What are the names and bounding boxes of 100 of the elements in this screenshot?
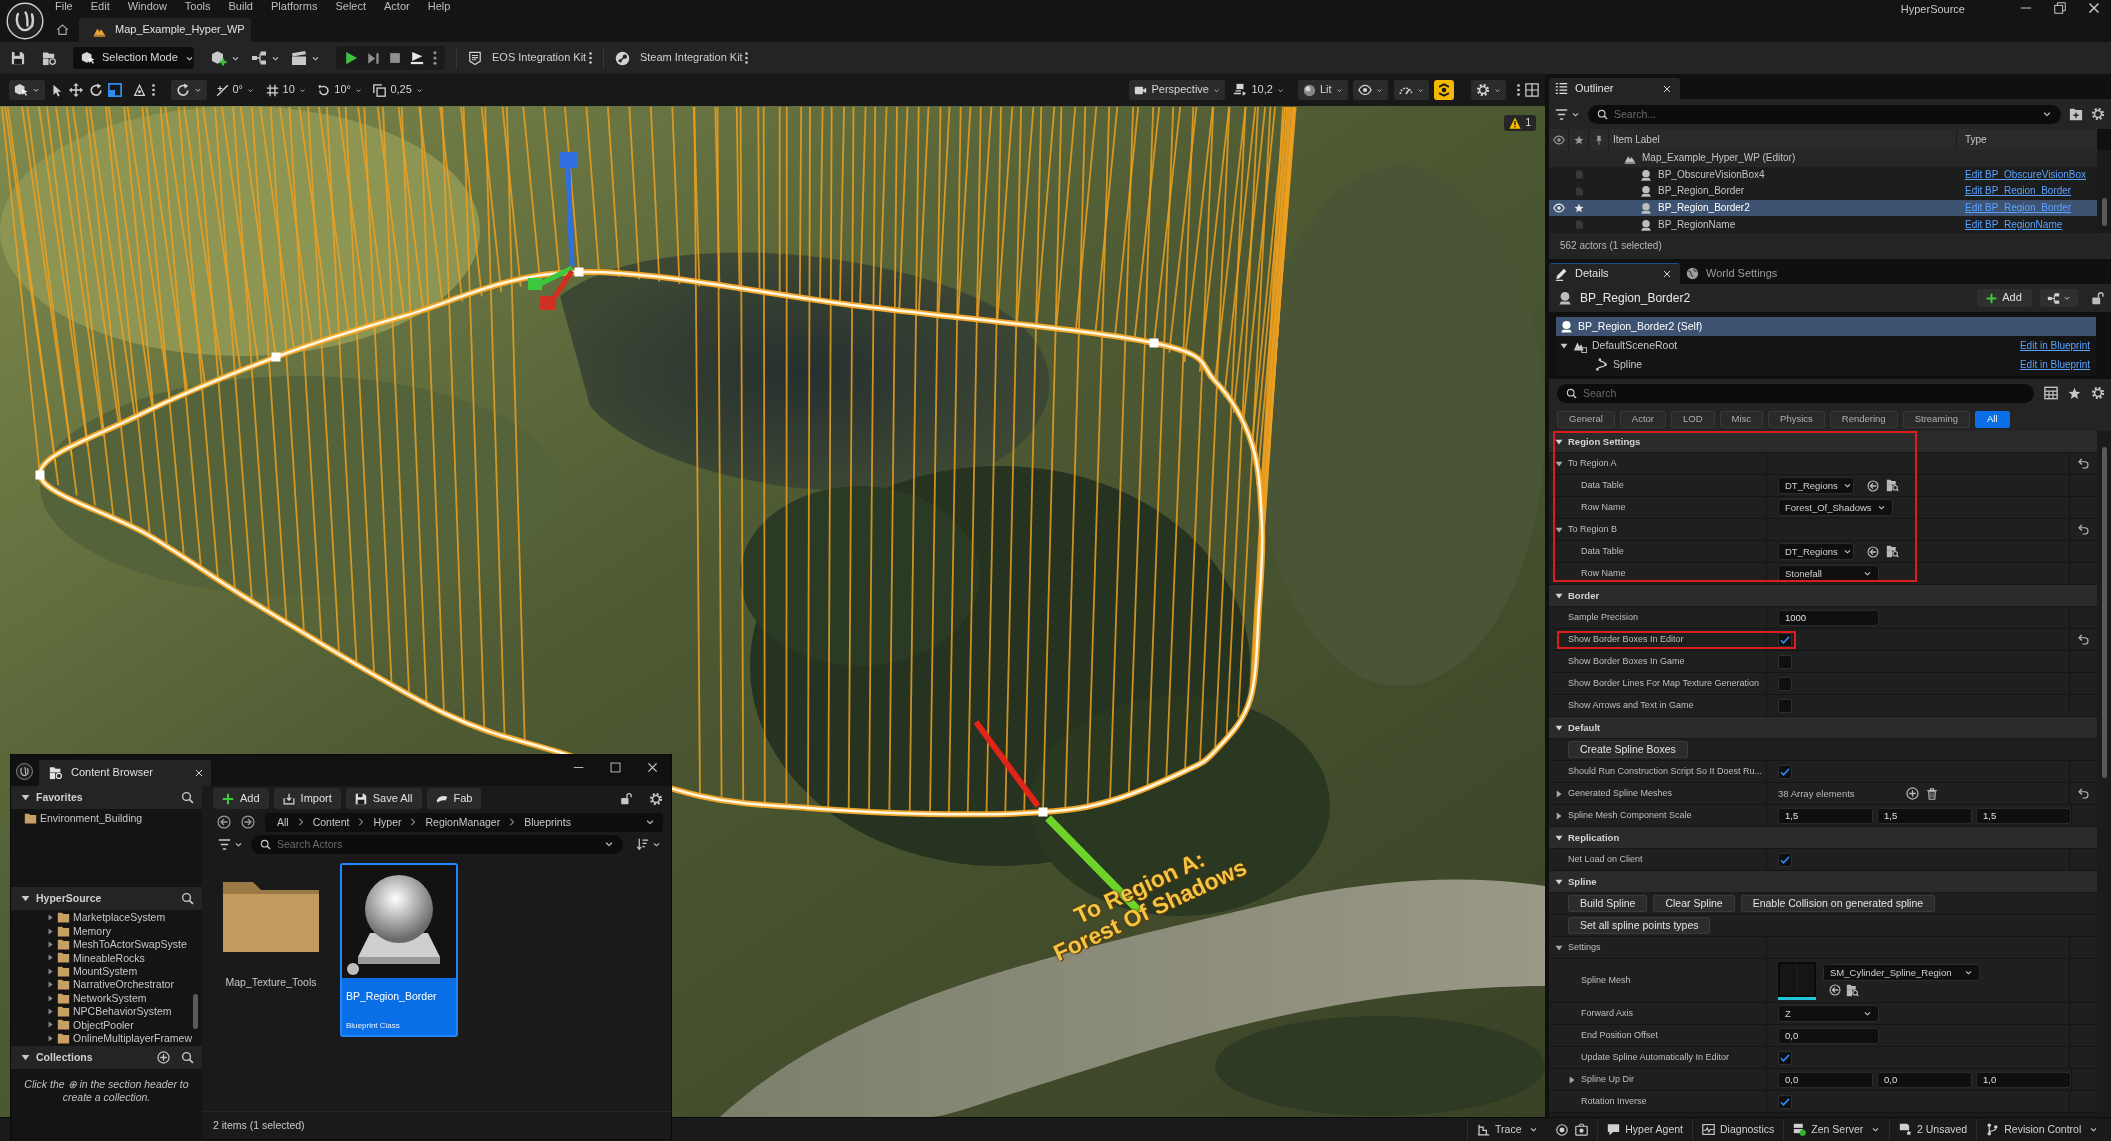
number-field[interactable]: 1000 bbox=[1778, 609, 1879, 626]
expand-arrow-icon[interactable] bbox=[1560, 341, 1568, 350]
section-header[interactable]: Default bbox=[1549, 717, 2097, 739]
folder-search-icon[interactable] bbox=[41, 50, 57, 66]
component-row[interactable]: BP_Region_Border2 (Self) bbox=[1556, 317, 2096, 336]
star-icon[interactable] bbox=[2068, 386, 2081, 400]
forward-icon[interactable] bbox=[241, 815, 255, 829]
visibility-icon[interactable] bbox=[1552, 133, 1565, 146]
checkbox[interactable] bbox=[1778, 1094, 1792, 1109]
checkbox[interactable] bbox=[1778, 654, 1792, 669]
checkbox[interactable] bbox=[1778, 676, 1792, 691]
scrollbar-thumb[interactable] bbox=[193, 994, 198, 1029]
folder-row[interactable]: MineableRocks bbox=[11, 951, 202, 965]
expand-arrow-icon[interactable] bbox=[1555, 811, 1563, 820]
add-dropdown[interactable] bbox=[210, 50, 240, 66]
status-button[interactable]: Hyper Agent bbox=[1597, 1118, 1693, 1141]
cursor-icon[interactable] bbox=[50, 83, 64, 97]
action-button[interactable]: Set all spline points types bbox=[1568, 917, 1711, 934]
caret-icon[interactable] bbox=[2042, 109, 2052, 119]
panel-tab[interactable]: Content Browser bbox=[39, 760, 211, 786]
lock-icon[interactable] bbox=[2091, 291, 2105, 305]
status-button[interactable]: Revision Control bbox=[1976, 1118, 2107, 1141]
toolbar-button[interactable]: Fab bbox=[426, 788, 482, 809]
caret-icon[interactable] bbox=[603, 839, 614, 849]
engine-logo-icon[interactable] bbox=[6, 2, 44, 40]
asset-dropdown[interactable]: DT_Regions bbox=[1778, 477, 1854, 494]
filter-tab[interactable]: Streaming bbox=[1902, 410, 1970, 428]
snap-dropdown[interactable]: 0,25 bbox=[370, 80, 426, 100]
filter-tab[interactable]: All bbox=[1974, 410, 2010, 428]
folder-row[interactable]: NarrativeOrchestrator bbox=[11, 977, 202, 992]
mesh-thumbnail-icon[interactable] bbox=[1778, 961, 1816, 1000]
status-button[interactable]: 2 Unsaved bbox=[1889, 1118, 1977, 1141]
layout-icon[interactable] bbox=[1525, 83, 1539, 97]
settings-icon[interactable] bbox=[649, 791, 663, 806]
table-icon[interactable] bbox=[2044, 386, 2058, 400]
undo-arrow-icon[interactable] bbox=[2078, 634, 2089, 645]
plus-circle-icon[interactable] bbox=[1905, 787, 1919, 800]
blueprint-dropdown[interactable] bbox=[250, 50, 280, 66]
close-icon[interactable] bbox=[1663, 84, 1671, 93]
folder-row[interactable]: Memory bbox=[11, 924, 202, 938]
number-field[interactable]: 1,5 bbox=[1877, 807, 1972, 824]
menu-item[interactable]: Actor bbox=[375, 0, 419, 15]
number-field[interactable]: 1,5 bbox=[1976, 807, 2071, 824]
section-header[interactable]: Replication bbox=[1549, 827, 2097, 849]
snap-mode-dropdown[interactable] bbox=[171, 80, 207, 100]
close-icon[interactable] bbox=[647, 762, 658, 773]
view-mode-dropdown[interactable]: Lit bbox=[1297, 80, 1348, 100]
more-icon[interactable] bbox=[1516, 84, 1520, 96]
viewport-settings-dropdown[interactable] bbox=[1470, 80, 1506, 100]
filter-dropdown[interactable] bbox=[1555, 107, 1580, 121]
lock-icon[interactable] bbox=[620, 792, 633, 805]
checkbox[interactable] bbox=[1778, 852, 1792, 867]
expand-arrow-icon[interactable] bbox=[1555, 833, 1563, 842]
filter-tab[interactable]: Actor bbox=[1619, 410, 1666, 428]
expand-arrow-icon[interactable] bbox=[21, 894, 30, 903]
filter-tab[interactable]: Physics bbox=[1768, 410, 1825, 428]
save-icon[interactable] bbox=[11, 51, 25, 65]
expand-arrow-icon[interactable] bbox=[1555, 525, 1563, 534]
edit-link[interactable]: Edit BP_Region_Border bbox=[1965, 185, 2072, 198]
edit-link[interactable]: Edit in Blueprint bbox=[2019, 339, 2090, 352]
level-tab[interactable]: Map_Example_Hyper_WP bbox=[79, 18, 251, 42]
menu-item[interactable]: Window bbox=[118, 0, 176, 15]
component-row[interactable]: DefaultSceneRoot Edit in Blueprint bbox=[1556, 336, 2096, 355]
edit-link[interactable]: Edit BP_ObscureVisionBox bbox=[1965, 168, 2086, 181]
search-field[interactable]: Search bbox=[1557, 383, 2034, 403]
folder-search-icon[interactable] bbox=[1885, 545, 1899, 558]
folder-row[interactable]: NetworkSystem bbox=[11, 991, 202, 1005]
expand-arrow-icon[interactable] bbox=[1555, 459, 1563, 468]
search-field[interactable]: Search Actors bbox=[251, 834, 623, 854]
skip-icon[interactable] bbox=[367, 51, 380, 65]
undo-arrow-icon[interactable] bbox=[2078, 788, 2089, 799]
plugin-button[interactable]: EOS Integration Kit bbox=[468, 50, 587, 66]
number-field[interactable]: 0,0 bbox=[1778, 1071, 1873, 1088]
expand-arrow-icon[interactable] bbox=[1555, 591, 1563, 600]
caret-icon[interactable] bbox=[645, 817, 655, 827]
snap-dropdown[interactable]: 10° bbox=[314, 80, 365, 100]
checkbox[interactable] bbox=[1778, 1050, 1792, 1065]
record-icon[interactable] bbox=[1556, 1123, 1569, 1136]
dropdown[interactable]: Forest_Of_Shadows bbox=[1778, 499, 1893, 516]
play-icon[interactable] bbox=[344, 51, 358, 65]
menu-item[interactable]: Edit bbox=[81, 0, 119, 15]
folder-row[interactable]: MarketplaceSystem bbox=[11, 911, 202, 925]
filter-tab[interactable]: Rendering bbox=[1829, 410, 1898, 428]
undo-arrow-icon[interactable] bbox=[2078, 458, 2089, 469]
expand-arrow-icon[interactable] bbox=[1555, 943, 1563, 952]
menu-item[interactable]: File bbox=[46, 0, 82, 15]
search-icon[interactable] bbox=[181, 892, 194, 905]
close-icon[interactable] bbox=[2088, 2, 2100, 14]
view-dropdown[interactable]: Perspective bbox=[1129, 80, 1225, 100]
section-header[interactable]: HyperSource bbox=[11, 887, 202, 910]
outliner-row[interactable]: Map_Example_Hyper_WP (Editor) bbox=[1549, 150, 2097, 167]
folder-row[interactable]: OnlineMultiplayerFramew bbox=[11, 1031, 202, 1045]
expand-arrow-icon[interactable] bbox=[1555, 723, 1563, 732]
path-segment[interactable]: All bbox=[277, 815, 289, 829]
more-icon[interactable] bbox=[745, 52, 749, 64]
performance-dropdown[interactable] bbox=[1393, 80, 1429, 100]
component-dropdown[interactable] bbox=[2039, 289, 2078, 307]
menu-item[interactable]: Tools bbox=[175, 0, 220, 15]
add-button[interactable]: Add bbox=[1976, 289, 2032, 307]
snap-dropdown[interactable]: 0° bbox=[212, 80, 258, 100]
